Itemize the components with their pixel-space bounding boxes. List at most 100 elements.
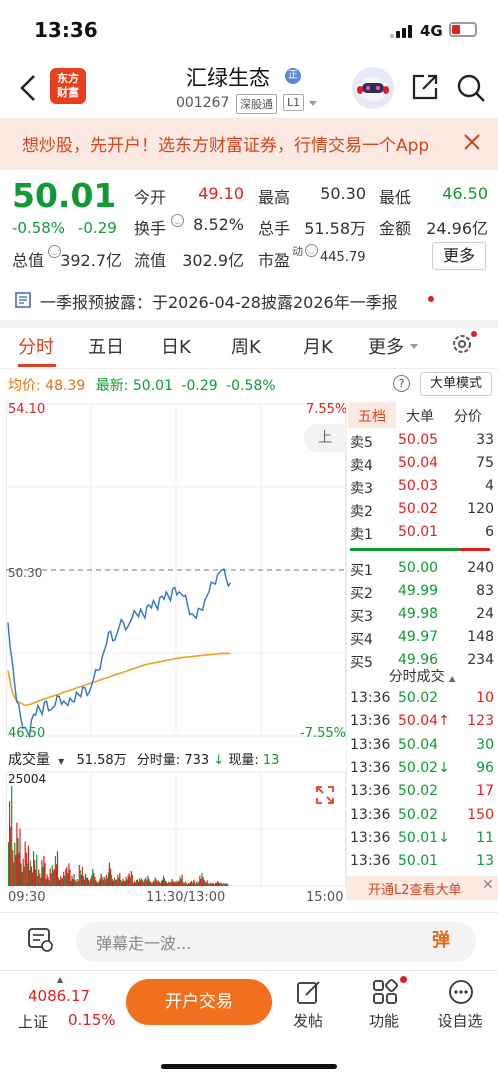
trade-row: 13:36 50.02 17: [350, 783, 494, 805]
open-account-trade-button[interactable]: 开户交易: [126, 979, 272, 1025]
volume-bar: [84, 874, 87, 886]
functions-label: 功能: [368, 1012, 399, 1030]
trades-header[interactable]: 分时成交 ▲: [346, 666, 498, 686]
volume-bar: [26, 863, 28, 886]
volume-bar: [226, 883, 228, 886]
ask-volume: 6: [485, 524, 494, 540]
robot-avatar[interactable]: [352, 67, 394, 109]
scroll-label-button[interactable]: 上: [304, 424, 346, 452]
bid-label: 买2: [350, 586, 373, 602]
expand-icon[interactable]: [314, 784, 336, 806]
avg-label: 均价:: [8, 378, 41, 394]
index-value[interactable]: 4086.17: [28, 987, 90, 1005]
now-volume: 13: [262, 753, 280, 768]
trade-price: 50.02: [398, 806, 439, 823]
trade-row: 13:36 50.04 30: [350, 737, 494, 759]
l2-upgrade-text[interactable]: 开通L2查看大单: [368, 879, 462, 898]
volume-bar: [140, 880, 142, 886]
volume-bar: [200, 879, 202, 886]
mktcap-value: 392.7亿: [60, 251, 122, 270]
trade-volume: 11: [476, 829, 494, 846]
latest-change: -0.29: [181, 378, 218, 394]
notification-dot: [428, 296, 434, 302]
tab-five-levels[interactable]: 五档: [358, 406, 386, 426]
volume-bar: [16, 822, 18, 886]
help-icon[interactable]: ?: [393, 375, 410, 392]
volume-bar: [171, 879, 173, 886]
tag-level: L1: [283, 94, 305, 111]
bid-volume: 148: [467, 629, 494, 645]
tab-price-distribution[interactable]: 分价: [454, 406, 482, 426]
trade-time: 13:36: [350, 713, 391, 730]
volume-bar: [40, 877, 42, 886]
volume-bar: [192, 882, 194, 886]
volume-max-label: 25004: [8, 772, 47, 786]
disclosure-text: 一季报预披露：于2026-04-28披露2026年一季报: [40, 293, 398, 312]
share-icon[interactable]: [410, 72, 440, 102]
volume-bar: [64, 875, 66, 886]
volume-bar: [71, 875, 73, 886]
volume-bar: [61, 878, 63, 886]
volume-bar: [9, 801, 11, 886]
volume-bar: [224, 884, 226, 886]
latest-percent: -0.58%: [226, 378, 276, 394]
trade-row: 13:36 50.01↓ 11: [350, 830, 494, 852]
volume-title-button[interactable]: 成交量: [8, 752, 50, 768]
volume-bar: [24, 841, 26, 886]
tab-more[interactable]: 更多: [368, 333, 404, 359]
volume-bar: [114, 877, 116, 886]
trade-price: 50.02↓: [398, 759, 450, 776]
search-icon[interactable]: [455, 72, 487, 104]
volume-bar: [129, 877, 131, 886]
chevron-down-icon[interactable]: [308, 98, 318, 108]
add-watchlist-label: 设自选: [437, 1012, 483, 1030]
document-icon: [15, 292, 31, 308]
danmaku-send-button[interactable]: 弹: [432, 926, 450, 952]
tab-weekly-k[interactable]: 周K: [231, 333, 261, 359]
section-divider: [0, 320, 498, 328]
big-order-mode-button[interactable]: 大单模式: [420, 372, 492, 396]
volume-bar: [208, 884, 210, 886]
tab-five-day[interactable]: 五日: [88, 333, 124, 359]
intraday-chart[interactable]: [6, 400, 346, 908]
gear-icon[interactable]: [450, 332, 474, 356]
grid-icon: [373, 979, 398, 1004]
trade-time: 13:36: [350, 853, 391, 870]
tab-big-orders[interactable]: 大单: [406, 406, 434, 426]
bid-label: 买4: [350, 632, 373, 648]
tab-daily-k[interactable]: 日K: [161, 333, 191, 359]
trade-price: 50.01↓: [398, 829, 450, 846]
trade-volume: 96: [476, 759, 494, 776]
volume-bar: [155, 879, 157, 886]
pe-label: 市盈: [258, 251, 291, 270]
logo-text: 财富: [57, 86, 79, 99]
trade-volume: 123: [467, 713, 494, 730]
volume-bar: [31, 872, 34, 886]
disclosure-bar[interactable]: 一季报预披露：于2026-04-28披露2026年一季报: [0, 283, 498, 317]
post-label: 发帖: [292, 1012, 323, 1030]
danmaku-toggle-icon[interactable]: [26, 925, 54, 953]
volume-bar: [50, 873, 52, 886]
back-arrow-icon[interactable]: [16, 72, 42, 104]
tab-intraday[interactable]: 分时: [18, 333, 54, 359]
latest-value: 50.01: [132, 378, 173, 394]
volume-value: 51.58万: [304, 219, 366, 238]
pct-top-label: 7.55%: [306, 402, 348, 417]
index-percent: 0.15%: [68, 1011, 116, 1029]
robot-icon: [357, 77, 389, 101]
close-icon[interactable]: ✕: [482, 877, 494, 893]
more-dots-icon: [449, 980, 473, 1004]
tab-monthly-k[interactable]: 月K: [303, 333, 333, 359]
amount-label: 金额: [379, 219, 412, 238]
index-name[interactable]: 上证: [18, 1011, 48, 1032]
volume-bar: [136, 879, 139, 886]
promo-banner[interactable]: 想炒股，先开户！选东方财富证券，行情交易一个App: [0, 118, 498, 170]
volume-bar: [126, 879, 128, 886]
network-type: 4G: [420, 22, 443, 40]
close-icon[interactable]: [460, 130, 484, 154]
more-button[interactable]: 更多: [432, 242, 486, 270]
bid-price: 49.97: [398, 629, 439, 645]
x-label-start: 09:30: [8, 890, 46, 905]
mktcap-label: 总值: [12, 251, 45, 270]
volume-bar: [166, 882, 168, 886]
